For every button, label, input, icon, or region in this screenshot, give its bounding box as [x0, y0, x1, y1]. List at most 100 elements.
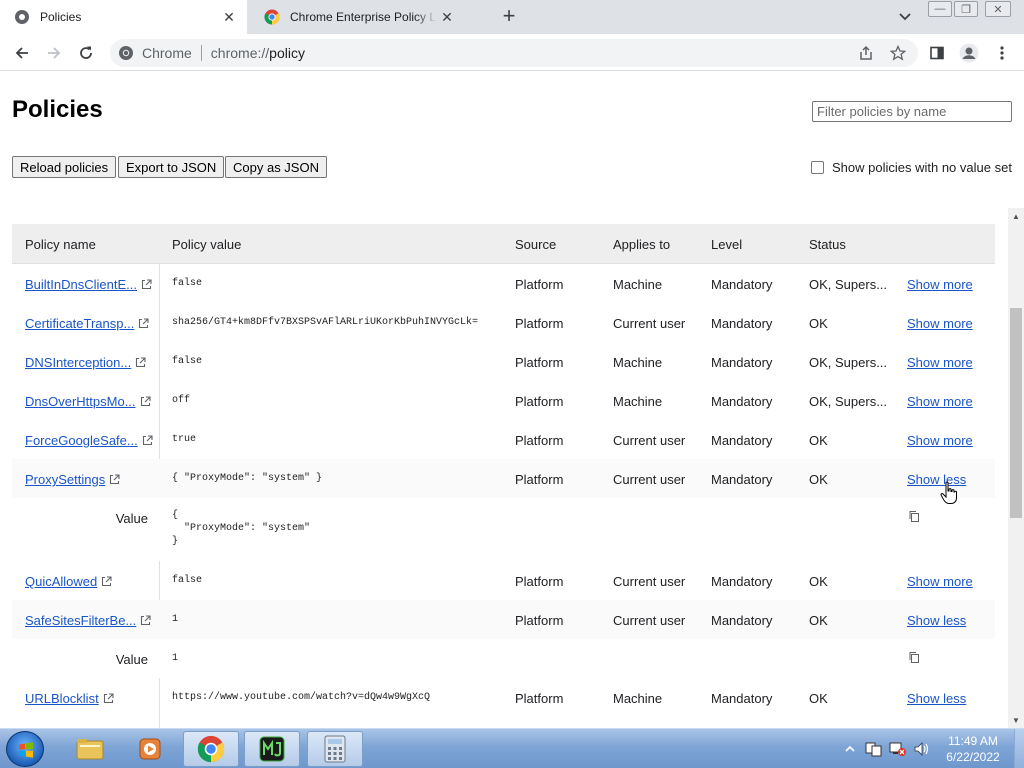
- volume-icon[interactable]: [913, 741, 931, 757]
- policy-applies-to: Machine: [613, 394, 663, 409]
- chrome-site-icon: [119, 46, 133, 60]
- policy-applies-to: Current user: [613, 472, 686, 487]
- policy-level: Mandatory: [711, 316, 773, 331]
- tab-policies[interactable]: Policies ✕: [0, 0, 247, 34]
- file-explorer-icon[interactable]: [62, 731, 118, 767]
- policy-name-link[interactable]: DNSInterception...: [25, 355, 146, 370]
- new-tab-icon[interactable]: +: [498, 5, 520, 28]
- policy-status: OK, Supers...: [809, 394, 888, 409]
- external-link-icon: [141, 615, 151, 626]
- scroll-thumb[interactable]: [1010, 308, 1022, 518]
- show-more-link[interactable]: Show more: [907, 355, 973, 370]
- close-window-icon[interactable]: ✕: [985, 1, 1011, 17]
- policy-name-link[interactable]: CertificateTransp...: [25, 316, 149, 331]
- copy-icon[interactable]: [908, 651, 920, 663]
- side-panel-icon[interactable]: [925, 41, 949, 65]
- share-icon[interactable]: [858, 45, 874, 61]
- policy-source: Platform: [515, 433, 564, 448]
- policy-status: OK, Supers...: [809, 355, 888, 370]
- restore-icon[interactable]: ❐: [954, 1, 978, 17]
- policy-name-link[interactable]: DnsOverHttpsMo...: [25, 394, 151, 409]
- expanded-policy-value: 1: [172, 653, 179, 664]
- policy-applies-to: Current user: [613, 613, 686, 628]
- media-player-icon[interactable]: [122, 731, 178, 767]
- header-policy-value: Policy value: [172, 237, 242, 252]
- minimize-icon[interactable]: —: [928, 1, 952, 17]
- tab-chrome-enterprise[interactable]: Chrome Enterprise Policy List & M ✕: [250, 0, 465, 34]
- policy-value: 1: [172, 614, 179, 625]
- external-link-icon: [142, 435, 153, 446]
- scroll-up-arrow-icon[interactable]: ▲: [1008, 208, 1024, 224]
- no-value-checkbox[interactable]: [811, 161, 824, 174]
- show-more-link[interactable]: Show more: [907, 316, 973, 331]
- taskbar-clock[interactable]: 11:49 AM 6/22/2022: [936, 733, 1010, 765]
- external-link-icon: [103, 693, 114, 704]
- back-icon[interactable]: [10, 41, 34, 65]
- external-link-icon: [139, 318, 149, 329]
- hand-cursor-icon: [940, 481, 957, 504]
- menu-kebab-icon[interactable]: [990, 41, 1014, 65]
- policy-value: false: [172, 575, 203, 586]
- header-applies-to: Applies to: [613, 237, 671, 252]
- page-scrollbar[interactable]: ▲ ▼: [1008, 208, 1024, 728]
- policy-source: Platform: [515, 691, 564, 706]
- start-button[interactable]: [6, 731, 44, 767]
- policy-status: OK: [809, 472, 828, 487]
- policy-value: false: [172, 356, 203, 367]
- show-more-link[interactable]: Show more: [907, 574, 973, 589]
- chrome-taskbar-icon[interactable]: [183, 731, 239, 767]
- show-no-value-toggle[interactable]: Show policies with no value set: [811, 160, 1012, 175]
- mj-app-icon[interactable]: [244, 731, 300, 767]
- clock-date: 6/22/2022: [946, 750, 1000, 764]
- header-policy-name: Policy name: [25, 237, 96, 252]
- profile-avatar-icon[interactable]: [957, 41, 981, 65]
- export-json-button[interactable]: Export to JSON: [118, 156, 225, 178]
- expanded-value-row: Value 1: [12, 639, 995, 678]
- show-more-link[interactable]: Show more: [907, 394, 973, 409]
- show-more-link[interactable]: Show more: [907, 433, 973, 448]
- copy-json-button[interactable]: Copy as JSON: [225, 156, 327, 178]
- policy-value: off: [172, 395, 191, 406]
- policy-name-link[interactable]: ForceGoogleSafe...: [25, 433, 153, 448]
- clock-time: 11:49 AM: [948, 734, 998, 748]
- network-icon[interactable]: [889, 741, 907, 757]
- policy-status: OK, Supers...: [809, 277, 888, 292]
- reload-icon[interactable]: [74, 41, 98, 65]
- external-link-icon: [140, 396, 151, 407]
- policy-name-link[interactable]: BuiltInDnsClientE...: [25, 277, 152, 292]
- action-center-icon[interactable]: [865, 741, 883, 757]
- close-tab-icon[interactable]: ✕: [219, 7, 239, 27]
- bookmark-star-icon[interactable]: [890, 45, 906, 61]
- tab-search-chevron-icon[interactable]: [896, 8, 914, 26]
- show-more-link[interactable]: Show more: [907, 277, 973, 292]
- policy-name-link[interactable]: SafeSitesFilterBe...: [25, 613, 151, 628]
- chrome-icon: [264, 9, 280, 25]
- policy-level: Mandatory: [711, 394, 773, 409]
- calculator-icon[interactable]: [307, 731, 363, 767]
- show-less-link[interactable]: Show less: [907, 691, 966, 706]
- tab-title: Policies: [40, 10, 82, 24]
- value-label: Value: [115, 652, 148, 667]
- show-hidden-icons-icon[interactable]: [845, 744, 855, 754]
- policy-source: Platform: [515, 574, 564, 589]
- policy-value: https://www.youtube.com/watch?v=dQw4w9Wg…: [172, 692, 431, 703]
- table-row-expanded: ProxySettings { "ProxyMode": "system" } …: [12, 459, 995, 498]
- tab-strip: Policies ✕ Chrome Enterprise Policy List…: [0, 0, 1024, 34]
- policy-name-link[interactable]: QuicAllowed: [25, 574, 112, 589]
- policy-source: Platform: [515, 277, 564, 292]
- show-desktop-button[interactable]: [1014, 729, 1024, 768]
- filter-policies-input[interactable]: [812, 101, 1012, 122]
- close-tab-icon[interactable]: ✕: [437, 7, 457, 27]
- header-status: Status: [809, 237, 846, 252]
- forward-icon[interactable]: [42, 41, 66, 65]
- policy-name-link[interactable]: URLBlocklist: [25, 691, 114, 706]
- policy-name-link[interactable]: ProxySettings: [25, 472, 120, 487]
- scroll-down-arrow-icon[interactable]: ▼: [1008, 712, 1024, 728]
- show-less-link[interactable]: Show less: [907, 613, 966, 628]
- policy-applies-to: Current user: [613, 316, 686, 331]
- reload-policies-button[interactable]: Reload policies: [12, 156, 117, 178]
- table-row: ForceGoogleSafe... true Platform Current…: [12, 420, 995, 459]
- address-bar[interactable]: Chrome chrome://policy: [110, 39, 918, 67]
- copy-icon[interactable]: [908, 510, 920, 522]
- policy-value: false: [172, 278, 203, 289]
